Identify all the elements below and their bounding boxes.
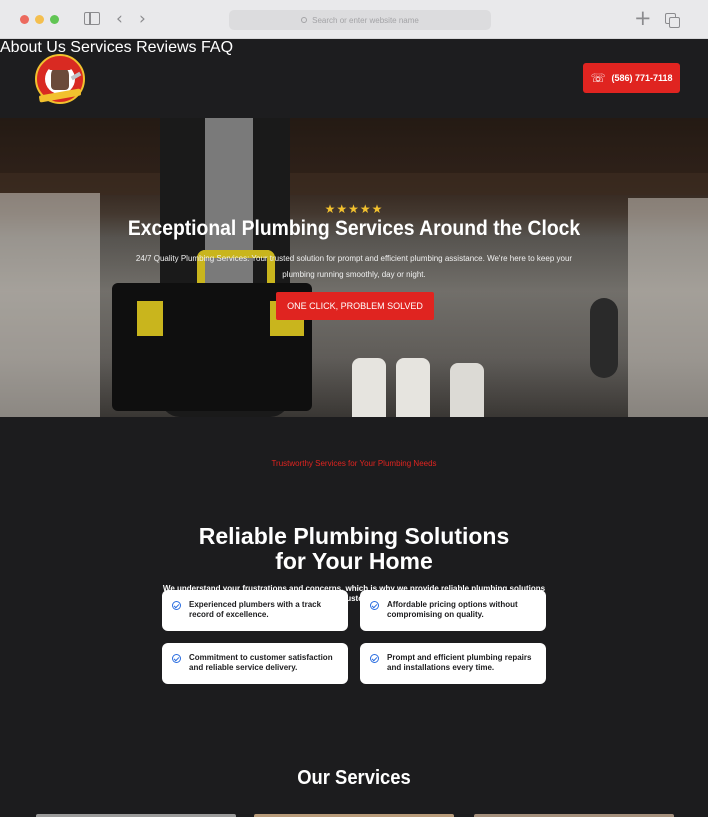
hero-photo-counter xyxy=(0,173,708,195)
minimize-window-button[interactable] xyxy=(35,15,44,24)
services-title: Our Services xyxy=(297,767,411,789)
tab-overview-icon[interactable] xyxy=(665,13,680,28)
check-circle-icon xyxy=(370,601,379,610)
hero-cta-button[interactable]: ONE CLICK, PROBLEM SOLVED xyxy=(276,292,434,320)
sidebar-icon[interactable] xyxy=(84,12,100,25)
hero-subtitle: 24/7 Quality Plumbing Services: Your tru… xyxy=(135,254,573,279)
nav-faq[interactable]: FAQ xyxy=(201,39,233,56)
hero-photo-filter xyxy=(396,358,430,417)
feature-text: Prompt and efficient plumbing repairs an… xyxy=(387,653,532,672)
feature-card: Affordable pricing options without compr… xyxy=(360,590,546,631)
feature-card: Prompt and efficient plumbing repairs an… xyxy=(360,643,546,684)
section-title: Reliable Plumbing Solutions for Your Hom… xyxy=(0,524,708,574)
section-title-line-2: for Your Home xyxy=(275,548,433,574)
hero-photo-filter xyxy=(352,358,386,417)
browser-toolbar: ‹ › Search or enter website name + xyxy=(0,0,708,39)
nav-reviews[interactable]: Reviews xyxy=(136,39,196,56)
section-kicker: Trustworthy Services for Your Plumbing N… xyxy=(271,459,437,468)
hero-photo-filter xyxy=(450,363,484,417)
check-circle-icon xyxy=(370,654,379,663)
feature-card: Experienced plumbers with a track record… xyxy=(162,590,348,631)
address-bar[interactable]: Search or enter website name xyxy=(229,10,491,30)
feature-text: Experienced plumbers with a track record… xyxy=(189,600,322,619)
section-title-line-1: Reliable Plumbing Solutions xyxy=(198,523,510,549)
hero-title: Exceptional Plumbing Services Around the… xyxy=(127,217,581,240)
site-header: About Us Services Reviews FAQ ☏ (586) 77… xyxy=(0,39,708,118)
hero-photo-pipe xyxy=(590,298,618,378)
rating-stars-icon: ★★★★★ xyxy=(324,202,384,216)
call-button[interactable]: ☏ (586) 771-7118 xyxy=(583,63,680,93)
check-circle-icon xyxy=(172,601,181,610)
back-icon[interactable]: ‹ xyxy=(116,9,123,29)
hero-photo-latch xyxy=(137,301,163,336)
feature-text: Affordable pricing options without compr… xyxy=(387,600,518,619)
window-controls xyxy=(20,15,59,24)
check-circle-icon xyxy=(172,654,181,663)
feature-text: Commitment to customer satisfaction and … xyxy=(189,653,333,672)
feature-card: Commitment to customer satisfaction and … xyxy=(162,643,348,684)
new-tab-icon[interactable]: + xyxy=(634,8,652,29)
hero-section: ★★★★★ Exceptional Plumbing Services Arou… xyxy=(0,118,708,417)
logo-cap-icon xyxy=(49,63,71,70)
nav-services[interactable]: Services xyxy=(70,39,131,56)
search-icon xyxy=(301,17,308,23)
website: About Us Services Reviews FAQ ☏ (586) 77… xyxy=(0,39,708,817)
forward-icon[interactable]: › xyxy=(139,9,146,29)
address-placeholder: Search or enter website name xyxy=(312,15,419,25)
plumbing-logo[interactable] xyxy=(35,54,85,104)
close-window-button[interactable] xyxy=(20,15,29,24)
phone-icon: ☏ xyxy=(590,71,606,85)
main-nav: About Us Services Reviews FAQ xyxy=(0,39,708,57)
maximize-window-button[interactable] xyxy=(50,15,59,24)
phone-number: (586) 771-7118 xyxy=(611,73,673,83)
